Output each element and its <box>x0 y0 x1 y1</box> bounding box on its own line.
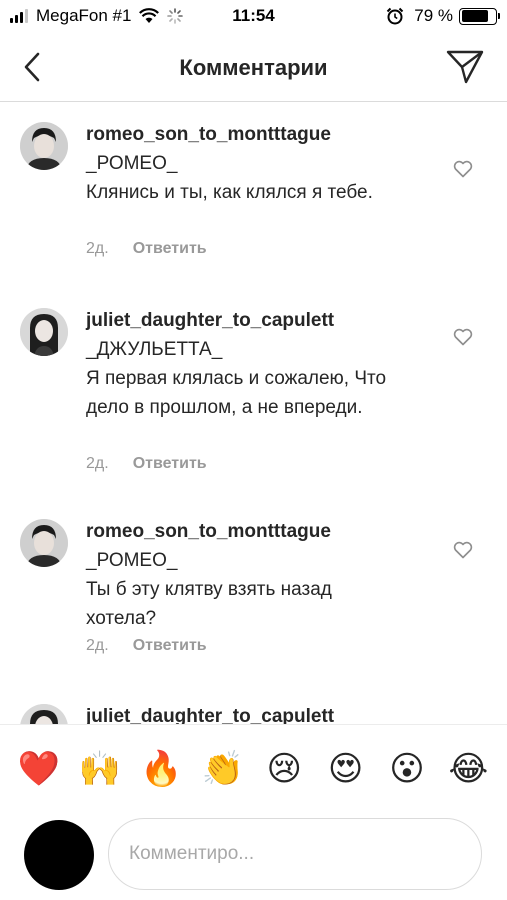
carrier-label: MegaFon #1 <box>36 6 132 25</box>
emoji-heart-button[interactable]: ❤️ <box>16 752 62 786</box>
status-left: MegaFon #1 <box>10 6 184 26</box>
comment-text: Ты б эту клятву взять назад хотела? <box>86 579 332 629</box>
status-right: 79 % <box>386 6 500 26</box>
emoji-heart-eyes-button[interactable]: 😍 <box>323 752 369 786</box>
like-heart-icon[interactable] <box>453 541 473 559</box>
comment-meta: 2д. Ответить <box>86 240 207 258</box>
my-avatar <box>24 820 94 890</box>
comment-time: 2д. <box>86 637 109 654</box>
comment-meta: 2д. Ответить <box>86 637 207 655</box>
signal-icon <box>10 9 30 23</box>
battery-percent: 79 % <box>414 6 453 25</box>
comment-text-line: _ДЖУЛЬЕТТА_ <box>86 339 223 360</box>
emoji-raised-hands-button[interactable]: 🙌 <box>77 752 123 786</box>
emoji-crying-button[interactable]: 😢 <box>261 752 307 786</box>
comment-username[interactable]: juliet_daughter_to_capulett <box>86 706 334 724</box>
nav-bar: Комментарии <box>0 34 507 102</box>
comment-text: Я первая клялась и сожалею, Что дело в п… <box>86 368 387 418</box>
like-heart-icon[interactable] <box>453 160 473 178</box>
avatar[interactable] <box>20 122 68 170</box>
comment-username[interactable]: romeo_son_to_montttague <box>86 124 331 145</box>
comment-text-line: _РОМЕО_ <box>86 153 178 174</box>
avatar[interactable] <box>20 519 68 567</box>
page-title: Комментарии <box>179 55 328 80</box>
comment-username[interactable]: juliet_daughter_to_capulett <box>86 310 334 331</box>
comment-time: 2д. <box>86 240 109 257</box>
status-bar: MegaFon #1 11:54 79 % <box>0 0 507 34</box>
comment-username[interactable]: romeo_son_to_montttague <box>86 521 331 542</box>
like-heart-icon[interactable] <box>453 328 473 346</box>
comment-body: juliet_daughter_to_capulett <box>86 702 426 724</box>
comment-text: Клянись и ты, как клялся я тебе. <box>86 182 373 203</box>
battery-fill <box>461 10 488 22</box>
emoji-surprised-button[interactable]: 😮 <box>384 752 430 786</box>
emoji-clap-button[interactable]: 👏 <box>200 752 246 786</box>
emoji-fire-button[interactable]: 🔥 <box>138 752 184 786</box>
send-direct-icon[interactable] <box>445 48 485 86</box>
battery-icon <box>459 7 500 25</box>
comment-input[interactable] <box>108 818 482 890</box>
reply-button[interactable]: Ответить <box>133 240 207 257</box>
alarm-icon <box>387 7 404 25</box>
comment-input-row <box>0 812 507 900</box>
wifi-icon <box>139 8 160 23</box>
comments-list: romeo_son_to_montttague _РОМЕО_ Клянись … <box>0 102 507 724</box>
reply-button[interactable]: Ответить <box>133 637 207 654</box>
avatar[interactable] <box>20 704 68 724</box>
loading-icon <box>167 8 184 24</box>
comment-text-line: _РОМЕО_ <box>86 550 178 571</box>
emoji-quick-bar: ❤️ 🙌 🔥 👏 😢 😍 😮 😂 <box>0 724 507 812</box>
comment-body: juliet_daughter_to_capulett _ДЖУЛЬЕТТА_ … <box>86 306 426 422</box>
emoji-tears-of-joy-button[interactable]: 😂 <box>445 752 491 786</box>
comment-time: 2д. <box>86 455 109 472</box>
comment-body: romeo_son_to_montttague _РОМЕО_ Ты б эту… <box>86 517 426 633</box>
comment-meta: 2д. Ответить <box>86 455 207 473</box>
reply-button[interactable]: Ответить <box>133 455 207 472</box>
comment-body: romeo_son_to_montttague _РОМЕО_ Клянись … <box>86 120 426 207</box>
avatar[interactable] <box>20 308 68 356</box>
